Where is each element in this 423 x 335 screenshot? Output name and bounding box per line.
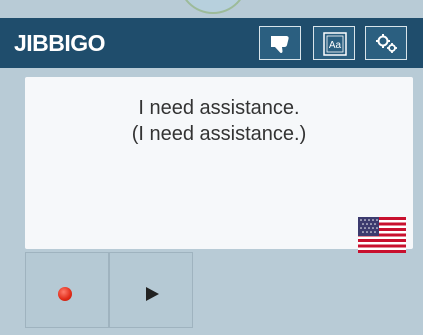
translation-text: I need assistance. xyxy=(138,97,300,119)
play-button[interactable] xyxy=(109,252,193,328)
settings-button[interactable] xyxy=(365,26,407,60)
thumbs-down-icon xyxy=(271,36,289,54)
text-size-label: Aa xyxy=(329,40,342,51)
app-logo: JIBBIGO xyxy=(14,30,106,56)
thumbs-down-button[interactable] xyxy=(259,26,301,60)
record-icon xyxy=(58,287,72,301)
playback-controls xyxy=(25,252,193,328)
jibbigo-app: JIBBIGO Aa I need assistance. (I need as… xyxy=(0,0,423,335)
gears-icon xyxy=(376,34,397,53)
record-button[interactable] xyxy=(25,252,109,328)
play-icon xyxy=(146,287,159,301)
main-content: I need assistance. (I need assistance.) xyxy=(0,68,423,335)
text-size-button[interactable]: Aa xyxy=(313,26,355,60)
translation-panel: I need assistance. (I need assistance.) xyxy=(25,77,413,253)
back-translation-text: (I need assistance.) xyxy=(131,123,307,145)
pull-down-tab[interactable] xyxy=(178,0,248,14)
app-header: JIBBIGO Aa xyxy=(0,18,423,68)
text-size-icon: Aa xyxy=(323,32,347,56)
us-flag-icon[interactable] xyxy=(358,217,406,253)
